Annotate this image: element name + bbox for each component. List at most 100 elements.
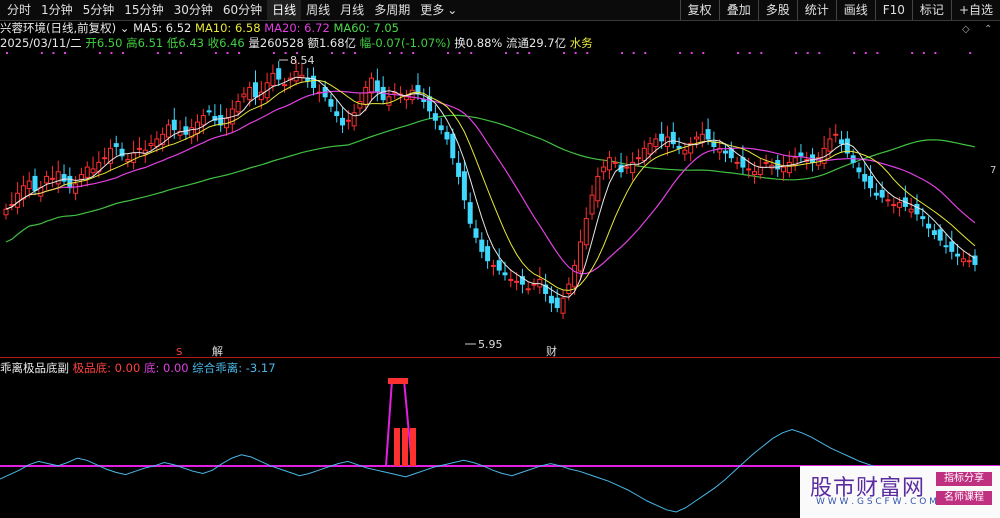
candle-body <box>635 157 641 160</box>
indicator-name[interactable]: 乖离极品底副 <box>0 361 69 375</box>
candle-body <box>798 152 804 157</box>
candle-body <box>293 71 299 82</box>
candle-body <box>32 175 38 191</box>
candle-body <box>299 74 305 78</box>
ma20-line <box>5 90 976 275</box>
event-dot <box>586 52 589 54</box>
candle-body <box>461 171 467 201</box>
event-dot <box>644 52 647 54</box>
candle-body <box>61 174 67 182</box>
indicator-header: 乖离极品底副 极品底: 0.00 底: 0.00 综合乖离: -3.17 <box>0 361 276 375</box>
candle-body <box>148 143 154 147</box>
event-dot <box>563 52 566 54</box>
event-dot <box>400 52 403 54</box>
ma-lines <box>5 76 976 298</box>
candle-body <box>136 147 142 150</box>
event-dot <box>702 52 705 54</box>
candle-body <box>485 246 491 262</box>
event-dot <box>238 52 241 54</box>
candle-body <box>827 138 833 152</box>
candle-body <box>873 192 879 196</box>
event-dot <box>40 52 43 54</box>
event-dot <box>574 52 577 54</box>
event-dot <box>679 52 682 54</box>
event-dot <box>156 52 159 54</box>
high-mark-label: 8.54 <box>290 54 315 67</box>
watermark-badge1: 指标分享 <box>936 472 992 486</box>
candle-body <box>560 297 566 314</box>
candle-body <box>73 183 79 194</box>
candle-body <box>270 72 276 87</box>
candle-body <box>531 283 537 286</box>
candle-body <box>885 199 891 202</box>
event-dot <box>272 52 275 54</box>
candle-body <box>949 241 955 252</box>
candle-body <box>49 177 55 180</box>
candle-body <box>26 180 32 190</box>
candle-body <box>502 272 508 276</box>
candle-body <box>102 157 108 160</box>
candle-body <box>67 175 73 189</box>
event-dot <box>911 52 914 54</box>
candle-body <box>960 258 966 263</box>
event-dot <box>214 52 217 54</box>
candle-body <box>693 136 699 140</box>
event-dot <box>516 52 519 54</box>
candle-body <box>421 99 427 103</box>
event-dots-row <box>6 52 972 54</box>
candle-body <box>55 171 61 185</box>
candle-body <box>781 166 787 173</box>
candle-body <box>856 167 862 173</box>
candle-body <box>839 139 845 145</box>
event-dot <box>354 52 357 54</box>
event-dot <box>748 52 751 54</box>
candle-body <box>200 115 206 126</box>
event-dot <box>876 52 879 54</box>
candle-body <box>131 152 137 163</box>
candle-body <box>670 131 676 145</box>
candle-body <box>386 96 392 106</box>
candle-body <box>601 166 607 173</box>
candle-body <box>868 175 874 189</box>
event-dot <box>632 52 635 54</box>
candle-body <box>641 147 647 162</box>
candle-body <box>722 150 728 154</box>
candle-body <box>78 174 84 180</box>
candle-body <box>218 115 224 126</box>
event-dot <box>122 52 125 54</box>
candle-body <box>786 161 792 174</box>
candle-body <box>490 264 496 267</box>
candle-body <box>241 93 247 98</box>
indicator-label2: 底: 0.00 <box>143 361 189 375</box>
event-dot <box>226 52 229 54</box>
candle-body <box>966 260 972 263</box>
candle-body <box>566 283 572 294</box>
event-dot <box>505 52 508 54</box>
candlesticks <box>3 59 978 319</box>
indicator-label3: 综合乖离: -3.17 <box>192 361 276 375</box>
kline-chart[interactable]: 8.54 5.95 S 解 财 <box>0 0 1000 518</box>
candle-body <box>891 204 897 207</box>
candle-body <box>496 260 502 271</box>
event-dot <box>470 52 473 54</box>
candle-body <box>334 111 340 117</box>
candle-body <box>479 239 485 252</box>
watermark-logo: 股市财富网 W W W . G S C F W . C O M 指标分享 名师课… <box>800 466 1000 518</box>
event-dot <box>180 52 183 54</box>
candle-body <box>340 117 346 126</box>
event-unlock-marker[interactable]: 解 <box>212 344 223 358</box>
event-dot <box>412 52 415 54</box>
watermark-url: W W W . G S C F W . C O M <box>816 497 937 507</box>
candle-body <box>432 113 438 121</box>
candle-body <box>374 80 380 93</box>
signal-cap <box>388 378 408 384</box>
candle-body <box>624 166 630 169</box>
event-finance-marker[interactable]: 财 <box>546 344 557 358</box>
candle-body <box>357 101 363 109</box>
candle-body <box>467 202 473 224</box>
event-dot <box>458 52 461 54</box>
high-marker: 8.54 <box>279 54 315 67</box>
candle-body <box>44 175 50 184</box>
candle-body <box>937 229 943 241</box>
candle-body <box>514 280 520 283</box>
